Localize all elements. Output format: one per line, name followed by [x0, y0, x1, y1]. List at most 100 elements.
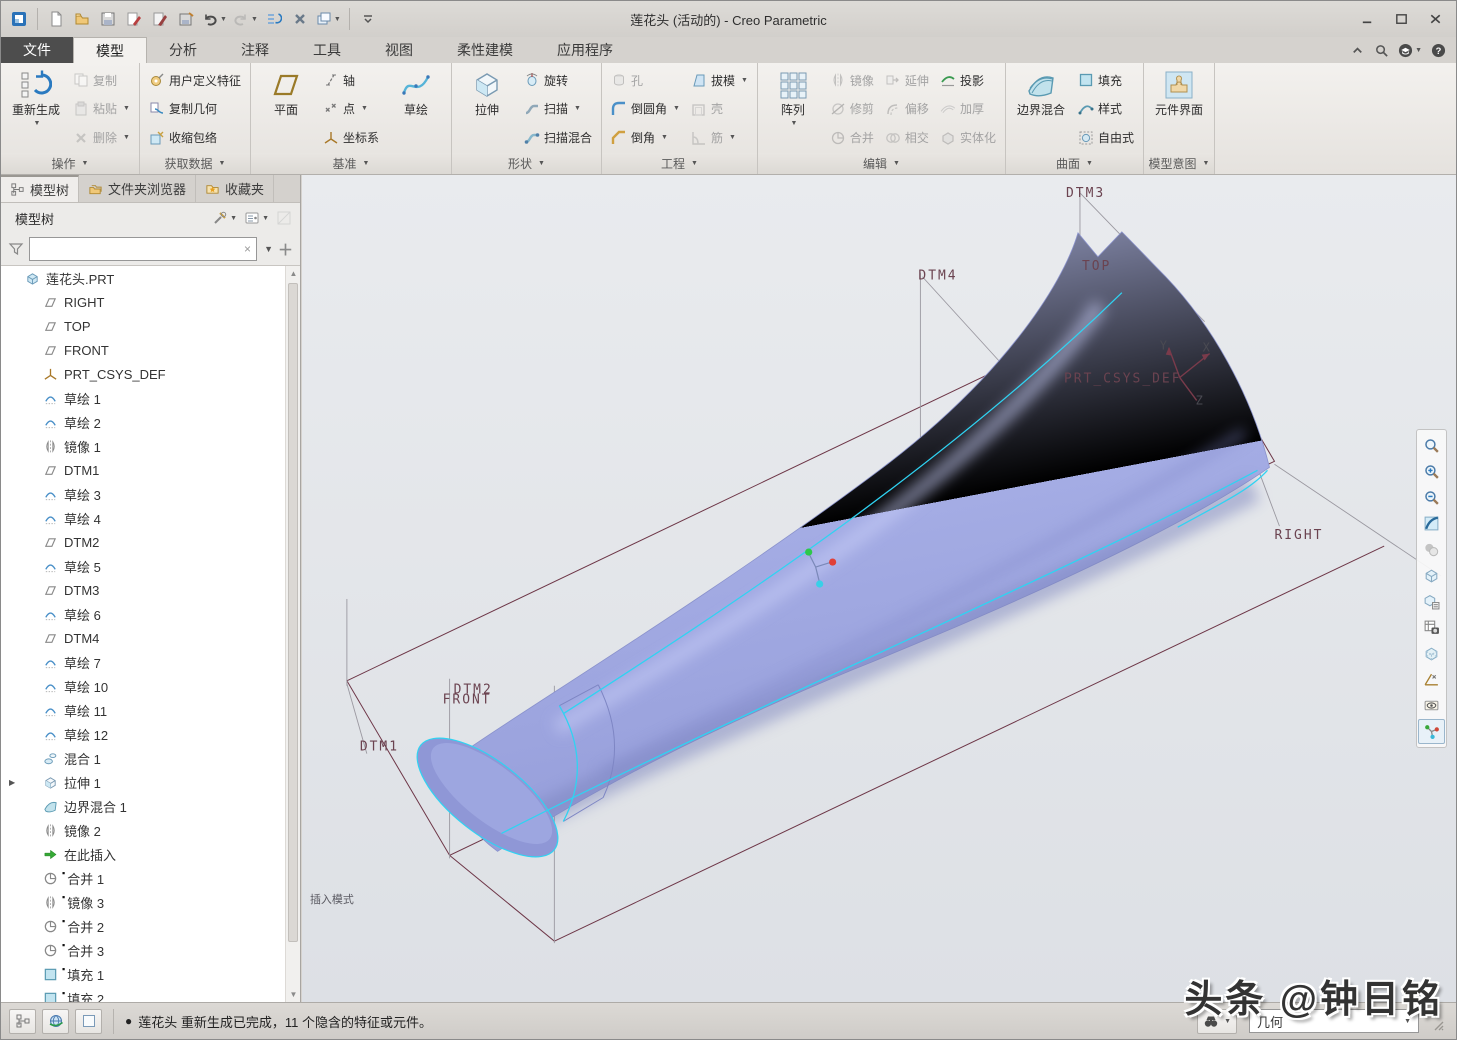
add-filter-button[interactable]: ＋	[278, 239, 293, 260]
view-manager-button[interactable]	[1418, 615, 1445, 640]
tab-柔性建模[interactable]: 柔性建模	[435, 37, 535, 63]
ribbon-group-label-模型意图[interactable]: 模型意图▼	[1144, 153, 1214, 174]
tree-item-镜像 3[interactable]: ▪镜像 3	[1, 890, 300, 914]
ribbon-button-收缩包络[interactable]: 收缩包络	[146, 124, 244, 151]
tree-item-RIGHT[interactable]: RIGHT	[1, 290, 300, 314]
scroll-thumb[interactable]	[288, 283, 298, 942]
console-button[interactable]	[75, 1009, 102, 1034]
tree-tools-button[interactable]: ▼	[212, 210, 237, 226]
tree-item-草绘 7[interactable]: 草绘 7	[1, 650, 300, 674]
tab-分析[interactable]: 分析	[147, 37, 219, 63]
ribbon-button-样式[interactable]: 样式	[1075, 95, 1137, 122]
ribbon-button-元件界面[interactable]: 元件界面	[1150, 66, 1208, 152]
tree-item-合并 1[interactable]: ▪合并 1	[1, 866, 300, 890]
windows-button[interactable]: ▼	[314, 6, 343, 32]
zoom-in-button[interactable]	[1418, 459, 1445, 484]
web-browser-button[interactable]	[42, 1009, 69, 1034]
ribbon-button-阵列[interactable]: 阵列▼	[764, 66, 822, 152]
clear-search-icon[interactable]: ×	[244, 242, 251, 256]
ribbon-button-拉伸[interactable]: 拉伸	[458, 66, 516, 152]
toggle-model-tree-button[interactable]	[9, 1009, 36, 1034]
annotation-display-button[interactable]	[1418, 693, 1445, 718]
tree-item-TOP[interactable]: TOP	[1, 314, 300, 338]
tab-应用程序[interactable]: 应用程序	[535, 37, 635, 63]
search-command-button[interactable]	[1374, 43, 1389, 58]
tree-item-拉伸 1[interactable]: ▶拉伸 1	[1, 770, 300, 794]
ribbon-button-边界混合[interactable]: 边界混合	[1012, 66, 1070, 152]
ribbon-group-label-基准[interactable]: 基准▼	[251, 153, 451, 174]
tree-item-草绘 2[interactable]: 草绘 2	[1, 410, 300, 434]
scroll-up-icon[interactable]: ▲	[286, 266, 300, 281]
lotus-head-model[interactable]	[399, 232, 1270, 878]
saved-orientations-button[interactable]	[1418, 589, 1445, 614]
tab-工具[interactable]: 工具	[291, 37, 363, 63]
save-button[interactable]	[96, 6, 120, 32]
tree-item-草绘 1[interactable]: 草绘 1	[1, 386, 300, 410]
minimize-button[interactable]	[1352, 7, 1382, 31]
collapse-ribbon-button[interactable]	[1350, 43, 1365, 58]
ribbon-button-重新生成[interactable]: 重新生成▼	[7, 66, 65, 152]
tree-item-PRT_CSYS_DEF[interactable]: PRT_CSYS_DEF	[1, 362, 300, 386]
redline-button[interactable]	[148, 6, 172, 32]
close-button[interactable]	[1420, 7, 1450, 31]
zoom-out-button[interactable]	[1418, 485, 1445, 510]
save-copy-button[interactable]	[174, 6, 198, 32]
navigator-tab-模型树[interactable]: 模型树	[1, 175, 79, 202]
tree-scrollbar[interactable]: ▲▼	[285, 266, 300, 1002]
tree-item-镜像 1[interactable]: 镜像 1	[1, 434, 300, 458]
datum-display-filters-button[interactable]	[1418, 667, 1445, 692]
tab-模型[interactable]: 模型	[73, 37, 147, 63]
ribbon-button-倒圆角[interactable]: 倒圆角▼	[608, 95, 683, 122]
maximize-button[interactable]	[1386, 7, 1416, 31]
shading-options-button[interactable]	[1418, 537, 1445, 562]
open-file-button[interactable]	[70, 6, 94, 32]
ribbon-group-label-形状[interactable]: 形状▼	[452, 153, 601, 174]
tab-注释[interactable]: 注释	[219, 37, 291, 63]
tree-item-合并 2[interactable]: ▪合并 2	[1, 914, 300, 938]
tree-item-填充 1[interactable]: ▪填充 1	[1, 962, 300, 986]
customize-qat-button[interactable]	[356, 6, 380, 32]
tree-item-DTM2[interactable]: DTM2	[1, 530, 300, 554]
perspective-button[interactable]	[1418, 641, 1445, 666]
tree-search-input[interactable]: ×	[29, 237, 257, 261]
tab-文件[interactable]: 文件	[1, 37, 73, 63]
new-file-button[interactable]	[44, 6, 68, 32]
ribbon-group-label-曲面[interactable]: 曲面▼	[1006, 153, 1143, 174]
ribbon-group-label-编辑[interactable]: 编辑▼	[758, 153, 1005, 174]
ribbon-group-label-操作[interactable]: 操作▼	[1, 153, 139, 174]
scroll-down-icon[interactable]: ▼	[286, 987, 300, 1002]
tree-item-混合 1[interactable]: 混合 1	[1, 746, 300, 770]
tree-item-草绘 11[interactable]: 草绘 11	[1, 698, 300, 722]
ribbon-button-坐标系[interactable]: 坐标系	[320, 124, 382, 151]
close-window-button[interactable]	[288, 6, 312, 32]
tree-item-在此插入[interactable]: 在此插入	[1, 842, 300, 866]
ribbon-button-拔模[interactable]: 拔模▼	[688, 67, 751, 94]
tree-item-草绘 12[interactable]: 草绘 12	[1, 722, 300, 746]
community-button[interactable]: ▼	[1398, 43, 1422, 58]
ribbon-button-草绘[interactable]: 草绘	[387, 66, 445, 152]
ribbon-button-扫描[interactable]: 扫描▼	[521, 95, 595, 122]
tree-item-镜像 2[interactable]: 镜像 2	[1, 818, 300, 842]
expand-icon[interactable]: ▶	[9, 778, 15, 787]
navigator-tab-收藏夹[interactable]: 收藏夹	[196, 175, 274, 202]
help-button[interactable]: ?	[1431, 43, 1446, 58]
navigator-tab-文件夹浏览器[interactable]: 文件夹浏览器	[79, 175, 196, 202]
ribbon-button-投影[interactable]: 投影	[937, 67, 999, 94]
ribbon-button-倒角[interactable]: 倒角▼	[608, 124, 683, 151]
repaint-button[interactable]	[1418, 511, 1445, 536]
refit-button[interactable]	[1418, 433, 1445, 458]
app-button[interactable]	[7, 6, 31, 32]
ribbon-button-复制几何[interactable]: 复制几何	[146, 95, 244, 122]
tree-item-填充 2[interactable]: ▪填充 2	[1, 986, 300, 1002]
search-options-dropdown[interactable]: ▼	[264, 245, 273, 254]
ribbon-button-自由式[interactable]: 自由式	[1075, 124, 1137, 151]
ribbon-button-旋转[interactable]: 旋转	[521, 67, 595, 94]
undo-button[interactable]: ▼	[200, 6, 229, 32]
tree-item-草绘 10[interactable]: 草绘 10	[1, 674, 300, 698]
display-style-button[interactable]	[1418, 563, 1445, 588]
ribbon-group-label-获取数据[interactable]: 获取数据▼	[140, 153, 250, 174]
ribbon-button-点[interactable]: 点▼	[320, 95, 382, 122]
ribbon-button-扫描混合[interactable]: 扫描混合	[521, 124, 595, 151]
ribbon-button-用户定义特征[interactable]: 用户定义特征	[146, 67, 244, 94]
tree-item-DTM4[interactable]: DTM4	[1, 626, 300, 650]
